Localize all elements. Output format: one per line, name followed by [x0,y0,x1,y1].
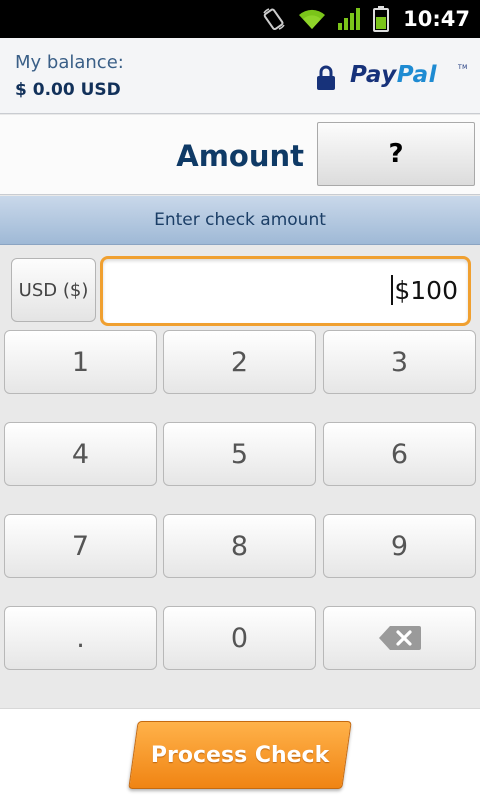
key-1[interactable]: 1 [4,330,157,394]
key-9[interactable]: 9 [323,514,476,578]
key-8[interactable]: 8 [163,514,316,578]
balance-value: $ 0.00 USD [15,80,121,100]
paypal-logo-pal: Pal [396,62,437,88]
balance-label: My balance: [15,52,124,73]
status-bar: 10:47 [0,0,480,38]
currency-button[interactable]: USD ($) [11,258,96,322]
status-time: 10:47 [403,7,470,31]
text-caret [391,275,394,305]
amount-input-content: $100 [391,275,458,305]
key-7[interactable]: 7 [4,514,157,578]
lock-icon [317,65,335,90]
footer: Process Check [0,708,480,800]
rotate-icon [263,8,285,31]
wifi-icon [299,9,326,29]
key-3[interactable]: 3 [323,330,476,394]
key-5[interactable]: 5 [163,422,316,486]
amount-input[interactable]: $100 [100,256,471,326]
key-0[interactable]: 0 [163,606,316,670]
signal-icon [338,8,361,30]
header: My balance: $ 0.00 USD PayPal TM [0,38,480,114]
backspace-icon [378,626,421,650]
process-check-label: Process Check [150,742,330,768]
instruction-banner: Enter check amount [0,196,480,245]
key-6[interactable]: 6 [323,422,476,486]
process-check-button[interactable]: Process Check [128,721,352,789]
key-2[interactable]: 2 [163,330,316,394]
help-button[interactable]: ? [317,122,475,186]
battery-icon [373,6,390,32]
key-decimal[interactable]: . [4,606,157,670]
status-icons: 10:47 [261,0,470,38]
amount-input-value: $100 [394,275,458,305]
amount-row: Amount ? [0,115,480,195]
paypal-logo: PayPal TM [350,62,467,88]
paypal-logo-tm: TM [458,64,468,71]
amount-title: Amount [176,139,304,173]
key-backspace[interactable] [323,606,476,670]
paypal-logo-pay: Pay [350,62,397,88]
key-4[interactable]: 4 [4,422,157,486]
